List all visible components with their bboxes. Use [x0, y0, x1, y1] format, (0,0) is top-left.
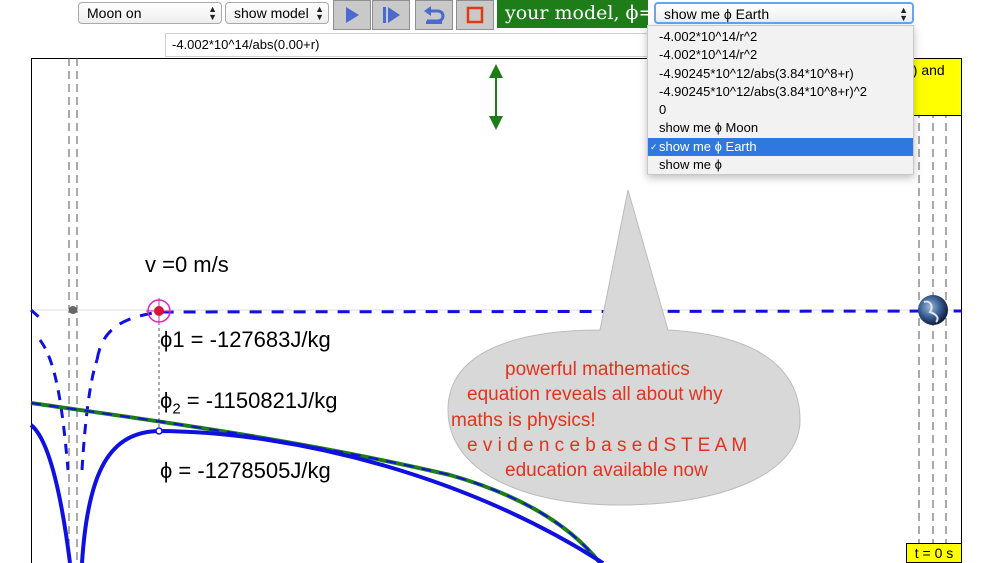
- speech-bubble: [447, 189, 801, 506]
- phi2-symbol: ϕ: [160, 388, 173, 413]
- bubble-line-3: maths is physics!: [451, 410, 596, 431]
- menu-item-show-earth[interactable]: show me ϕ Earth: [648, 137, 913, 157]
- phi2-subscript: 2: [172, 400, 181, 418]
- drag-arrow-up-icon: [489, 64, 503, 78]
- bubble-line-1: powerful mathematics: [505, 359, 690, 380]
- phi1-label: ϕ1 = -127683J/kg: [160, 327, 331, 352]
- menu-item-zero[interactable]: 0: [648, 101, 913, 119]
- menu-item-show-moon[interactable]: show me ϕ Moon: [648, 119, 913, 137]
- phi2-curve-left: [29, 423, 72, 563]
- velocity-label: v =0 m/s: [145, 252, 229, 277]
- menu-item-earth-field[interactable]: -4.002*10^14/r^2: [648, 28, 913, 46]
- bubble-line-4: e v i d e n c e b a s e d S T E A M: [467, 435, 748, 456]
- phi-dropdown-menu[interactable]: -4.002*10^14/r^2 -4.002*10^14/r^2 -4.902…: [647, 25, 914, 175]
- phi2-value: = -1150821J/kg: [180, 388, 338, 413]
- drag-arrow-down-icon: [489, 116, 503, 130]
- moon-marker: [69, 306, 77, 314]
- menu-item-earth-field-2[interactable]: -4.002*10^14/r^2: [648, 46, 913, 64]
- probe-dot: [154, 306, 164, 316]
- bubble-line-5: education available now: [505, 460, 708, 481]
- phi-total-label: ϕ = -1278505J/kg: [160, 458, 331, 483]
- menu-item-moon-potential[interactable]: -4.90245*10^12/abs(3.84*10^8+r): [648, 65, 913, 83]
- phi2-label: ϕ2 = -1150821J/kg: [160, 388, 337, 417]
- bubble-line-2: equation reveals all about why: [467, 384, 723, 405]
- phi1-curve-left: [30, 308, 41, 320]
- earth-icon: [918, 295, 948, 325]
- menu-item-moon-field[interactable]: -4.90245*10^12/abs(3.84*10^8+r)^2: [648, 83, 913, 101]
- time-value: t = 0 s: [914, 545, 954, 561]
- probe-curve-point: [155, 427, 163, 435]
- menu-item-show-phi[interactable]: show me ϕ: [648, 156, 913, 174]
- time-display: t = 0 s: [906, 543, 962, 563]
